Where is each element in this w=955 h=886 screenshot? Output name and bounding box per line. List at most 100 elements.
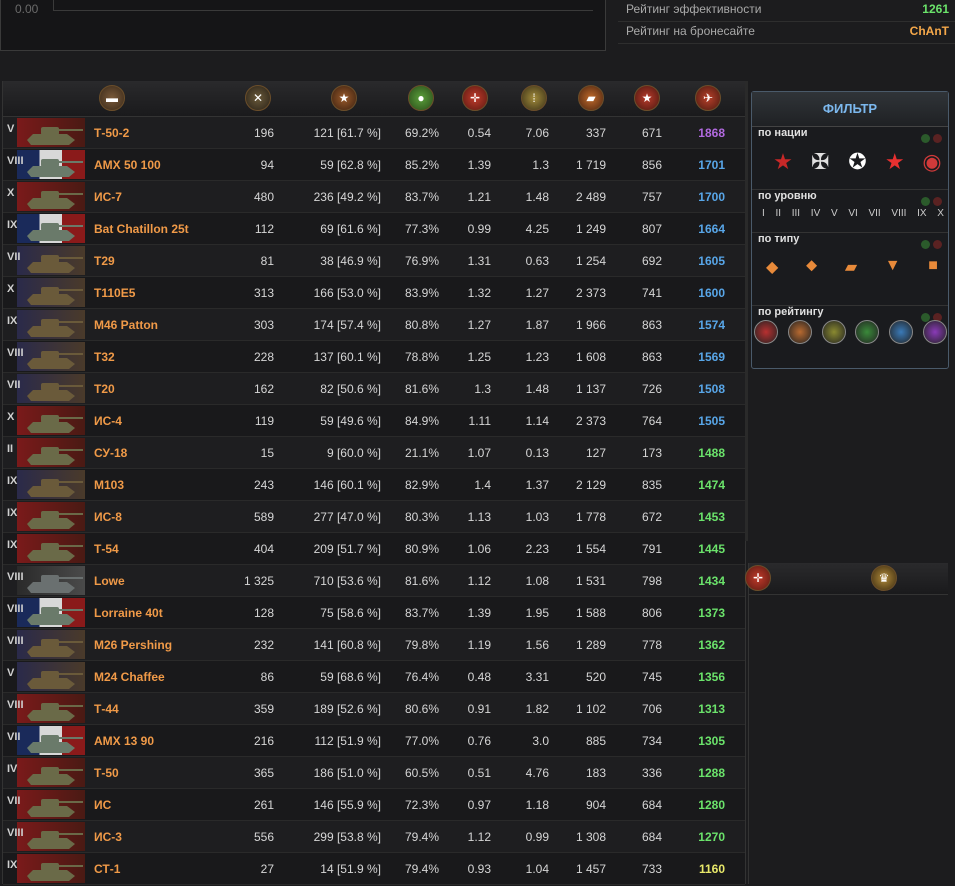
table-row[interactable]: VIII Lowe 1 325 710 [53.6 %] 81.6% 1.12 1.08 1 … <box>3 565 745 597</box>
level-iv[interactable]: IV <box>811 208 820 219</box>
table-row[interactable]: VII AMX 13 90 216 112 [51.9 %] 77.0% 0.76 3.0 8… <box>3 725 745 757</box>
tank-name[interactable]: Lorraine 40t <box>94 606 163 620</box>
tank-name[interactable]: ИС-8 <box>94 510 122 524</box>
trophy-icon[interactable]: ♛ <box>871 565 897 591</box>
table-row[interactable]: VIII T32 228 137 [60.1 %] 78.8% 1.25 1.23 1 608… <box>3 341 745 373</box>
tank-name[interactable]: T110E5 <box>94 286 135 300</box>
wins-cell: 69 [61.6 %] <box>320 222 381 236</box>
filter-title[interactable]: ФИЛЬТР <box>752 92 948 127</box>
tank-name[interactable]: M24 Chaffee <box>94 670 165 684</box>
medium-tank-icon[interactable]: ⬥ <box>806 257 817 277</box>
table-row[interactable]: VIII AMX 50 100 94 59 [62.8 %] 85.2% 1.39 1.3 1… <box>3 149 745 181</box>
tank-damage-icon[interactable]: ▰ <box>578 85 604 111</box>
tank-name[interactable]: СТ-1 <box>94 862 120 876</box>
germany-cross-icon[interactable]: ✠ <box>807 149 833 175</box>
ussr-star-icon[interactable]: ★ <box>770 149 796 175</box>
xp-cell: 863 <box>641 318 662 332</box>
china-star-icon[interactable]: ★ <box>882 149 908 175</box>
table-row[interactable]: VII T29 81 38 [46.9 %] 76.9% 1.31 0.63 1 254 692… <box>3 245 745 277</box>
level-viii[interactable]: VIII <box>891 208 906 219</box>
usa-star-icon[interactable]: ✪ <box>845 149 871 175</box>
tank-name[interactable]: СУ-18 <box>94 446 127 460</box>
green-circle-icon[interactable]: ● <box>408 85 434 111</box>
table-row[interactable]: IX Т-54 404 209 [51.7 %] 80.9% 1.06 2.23 1 554 7… <box>3 533 745 565</box>
table-row[interactable]: IV Т-50 365 186 [51.0 %] 60.5% 0.51 4.76 183 336… <box>3 757 745 789</box>
table-row[interactable]: VII ИС 261 146 [55.9 %] 72.3% 0.97 1.18 904 684 1… <box>3 789 745 821</box>
table-row[interactable]: X T110E5 313 166 [53.0 %] 83.9% 1.32 1.27 2 373… <box>3 277 745 309</box>
level-ii[interactable]: II <box>775 208 781 219</box>
tank-name[interactable]: M46 Patton <box>94 318 158 332</box>
tank-name[interactable]: ИС <box>94 798 111 812</box>
table-row[interactable]: IX M46 Patton 303 174 [57.4 %] 80.8% 1.27 1.87… <box>3 309 745 341</box>
table-row[interactable]: IX СТ-1 27 14 [51.9 %] 79.4% 0.93 1.04 1 457 733… <box>3 853 745 885</box>
tank-name[interactable]: T20 <box>94 382 115 396</box>
tank-name[interactable]: Lowe <box>94 574 125 588</box>
tank-icon[interactable]: ▬ <box>99 85 125 111</box>
survival-cell: 69.2% <box>404 126 439 140</box>
spg-icon[interactable]: ■ <box>928 257 938 277</box>
tank-name[interactable]: ИС-4 <box>94 414 122 428</box>
tank-name[interactable]: M26 Pershing <box>94 638 172 652</box>
tank-name[interactable]: Т-54 <box>94 542 119 556</box>
tank-name[interactable]: AMX 13 90 <box>94 734 154 748</box>
rating-filter-icon[interactable] <box>922 320 947 344</box>
level-vi[interactable]: VI <box>848 208 857 219</box>
tank-name[interactable]: M103 <box>94 478 124 492</box>
table-row[interactable]: X ИС-4 119 59 [49.6 %] 84.9% 1.11 1.14 2 373 764… <box>3 405 745 437</box>
red-crosshair-icon[interactable]: ✛ <box>462 85 488 111</box>
table-row[interactable]: V Т-50-2 196 121 [61.7 %] 69.2% 0.54 7.06 337 67… <box>3 117 745 149</box>
table-row[interactable]: II СУ-18 15 9 [60.0 %] 21.1% 1.07 0.13 127 173 14… <box>3 437 745 469</box>
rating-icon[interactable]: ✈ <box>695 85 721 111</box>
table-row[interactable]: IX Bat Chatillon 25t 112 69 [61.6 %] 77.3% 0.… <box>3 213 745 245</box>
table-row[interactable]: IX M103 243 146 [60.1 %] 82.9% 1.4 1.37 2 129 83… <box>3 469 745 501</box>
battles-cell: 216 <box>253 734 274 748</box>
td-icon[interactable]: ▼ <box>885 257 901 277</box>
tank-name[interactable]: ИС-3 <box>94 830 122 844</box>
rating-filter-icon[interactable] <box>787 320 812 344</box>
rating-cell: 1288 <box>698 766 725 780</box>
table-row[interactable]: IX ИС-8 589 277 [47.0 %] 80.3% 1.13 1.03 1 778 6… <box>3 501 745 533</box>
survival-cell: 83.7% <box>404 606 439 620</box>
tank-name[interactable]: AMX 50 100 <box>94 158 161 172</box>
level-v[interactable]: V <box>831 208 838 219</box>
tank-name[interactable]: Т-50 <box>94 766 119 780</box>
tank-name[interactable]: T32 <box>94 350 115 364</box>
france-roundel-icon[interactable]: ◉ <box>919 149 945 175</box>
level-x[interactable]: X <box>937 208 944 219</box>
table-row[interactable]: VIII Т-44 359 189 [52.6 %] 80.6% 0.91 1.82 1 10… <box>3 693 745 725</box>
rating-filter-icon[interactable] <box>821 320 846 344</box>
table-row[interactable]: VIII Lorraine 40t 128 75 [58.6 %] 83.7% 1.39 1… <box>3 597 745 629</box>
rating-filter-icon[interactable] <box>754 320 778 344</box>
table-scrollbar[interactable] <box>745 81 748 541</box>
tank-name[interactable]: Т-44 <box>94 702 119 716</box>
red-crosshair-icon[interactable]: ✛ <box>745 565 771 591</box>
rating-filter-icon[interactable] <box>889 320 914 344</box>
level-ix[interactable]: IX <box>917 208 926 219</box>
red-star-icon[interactable]: ★ <box>634 85 660 111</box>
level-vii[interactable]: VII <box>868 208 880 219</box>
tank-name[interactable]: Bat Chatillon 25t <box>94 222 189 236</box>
shells-icon[interactable]: ⁞ <box>521 85 547 111</box>
table-row[interactable]: V M24 Chaffee 86 59 [68.6 %] 76.4% 0.48 3.31 52… <box>3 661 745 693</box>
table-row[interactable]: VIII M26 Pershing 232 141 [60.8 %] 79.8% 1.19… <box>3 629 745 661</box>
crossed-swords-icon[interactable]: ✕ <box>245 85 271 111</box>
table-row[interactable]: X ИС-7 480 236 [49.2 %] 83.7% 1.21 1.48 2 489 75… <box>3 181 745 213</box>
rating-filter-icon[interactable] <box>855 320 880 344</box>
level-iii[interactable]: III <box>792 208 800 219</box>
filter-toggle[interactable] <box>918 236 942 254</box>
damage-cell: 1 531 <box>575 574 606 588</box>
level-i[interactable]: I <box>762 208 765 219</box>
tank-name[interactable]: ИС-7 <box>94 190 122 204</box>
tank-name[interactable]: Т-50-2 <box>94 126 129 140</box>
table-row[interactable]: VII T20 162 82 [50.6 %] 81.6% 1.3 1.48 1 137 726… <box>3 373 745 405</box>
tank-name[interactable]: T29 <box>94 254 115 268</box>
filter-toggle[interactable] <box>918 130 942 148</box>
light-tank-icon[interactable]: ◆ <box>766 257 778 277</box>
star-medal-icon[interactable]: ★ <box>331 85 357 111</box>
table-row[interactable]: VIII ИС-3 556 299 [53.8 %] 79.4% 1.12 0.99 1 30… <box>3 821 745 853</box>
tank-image <box>17 470 85 499</box>
heavy-tank-icon[interactable]: ▰ <box>845 257 857 277</box>
frags-cell: 1.13 <box>467 510 491 524</box>
xp-cell: 745 <box>641 670 662 684</box>
tank-silhouette-icon <box>27 415 83 433</box>
